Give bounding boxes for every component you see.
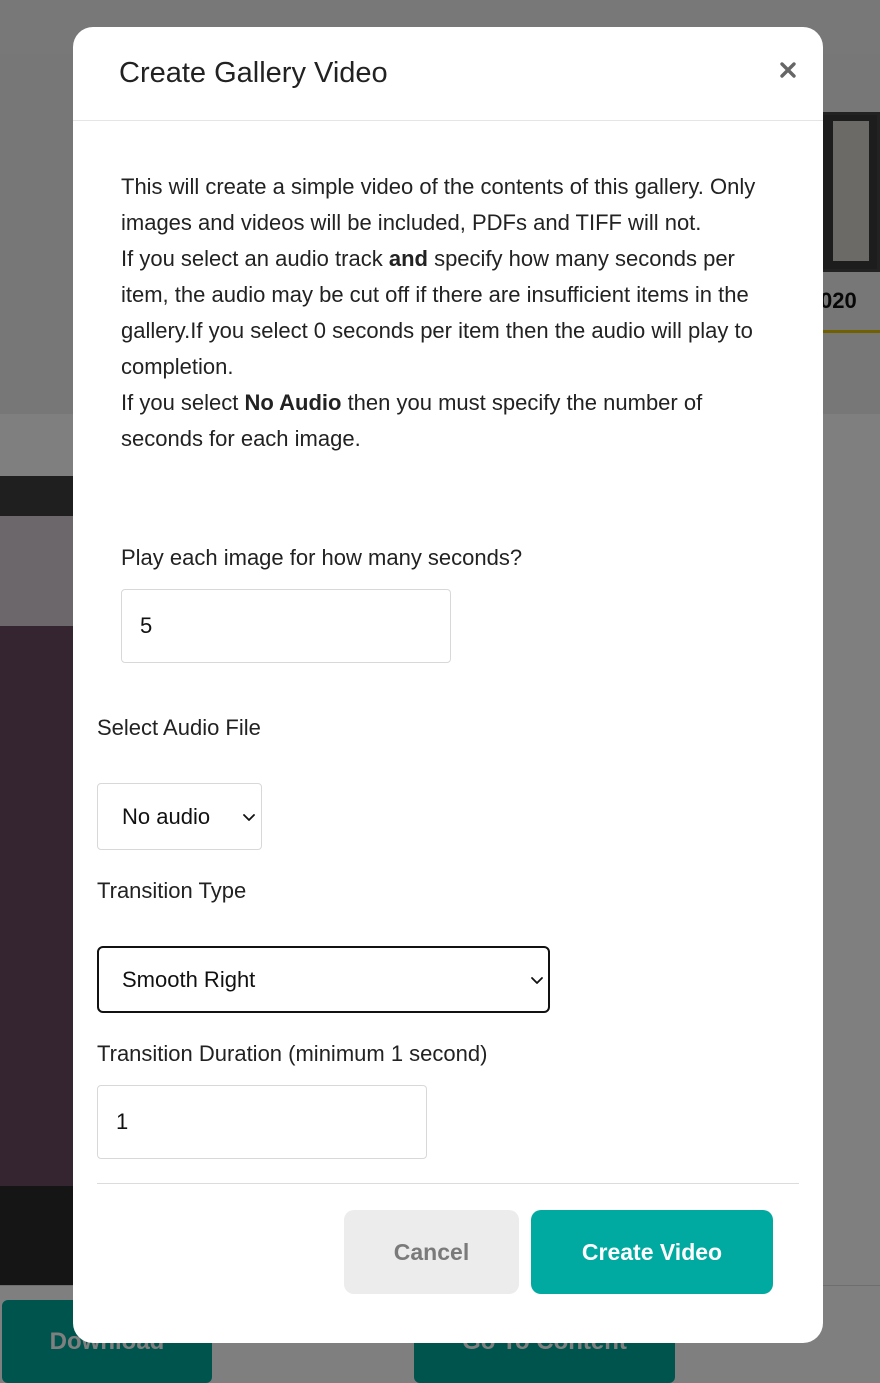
transition-type-label: Transition Type bbox=[97, 878, 247, 903]
description-text: If you select bbox=[121, 390, 245, 415]
transition-type-selected-value: Smooth Right bbox=[122, 966, 256, 992]
close-button[interactable] bbox=[773, 55, 803, 85]
transition-type-select[interactable]: Smooth Right bbox=[97, 946, 550, 1013]
description-text: If you select an audio track bbox=[121, 246, 389, 271]
footer-divider bbox=[97, 1183, 799, 1184]
audio-file-label: Select Audio File bbox=[97, 715, 261, 740]
transition-duration-input[interactable] bbox=[97, 1085, 427, 1159]
modal-title: Create Gallery Video bbox=[119, 57, 388, 89]
description-paragraph-3: If you select No Audio then you must spe… bbox=[121, 385, 781, 457]
create-gallery-video-modal: Create Gallery Video This will create a … bbox=[73, 27, 823, 1343]
chevron-down-icon bbox=[531, 976, 543, 984]
description-bold-text: No Audio bbox=[244, 390, 342, 415]
transition-duration-label: Transition Duration (minimum 1 second) bbox=[97, 1041, 488, 1066]
modal-description: This will create a simple video of the c… bbox=[121, 169, 781, 457]
create-video-button[interactable]: Create Video bbox=[531, 1210, 773, 1294]
chevron-down-icon bbox=[243, 813, 255, 821]
description-paragraph-2: If you select an audio track and specify… bbox=[121, 241, 781, 385]
close-icon bbox=[780, 62, 796, 78]
cancel-button[interactable]: Cancel bbox=[344, 1210, 519, 1294]
modal-header: Create Gallery Video bbox=[73, 27, 823, 121]
audio-file-selected-value: No audio bbox=[122, 803, 211, 829]
audio-file-select[interactable]: No audio bbox=[97, 783, 262, 850]
seconds-per-image-input[interactable] bbox=[121, 589, 451, 663]
seconds-per-image-label: Play each image for how many seconds? bbox=[121, 545, 523, 570]
description-paragraph-1: This will create a simple video of the c… bbox=[121, 174, 756, 235]
description-bold-text: and bbox=[388, 246, 428, 271]
